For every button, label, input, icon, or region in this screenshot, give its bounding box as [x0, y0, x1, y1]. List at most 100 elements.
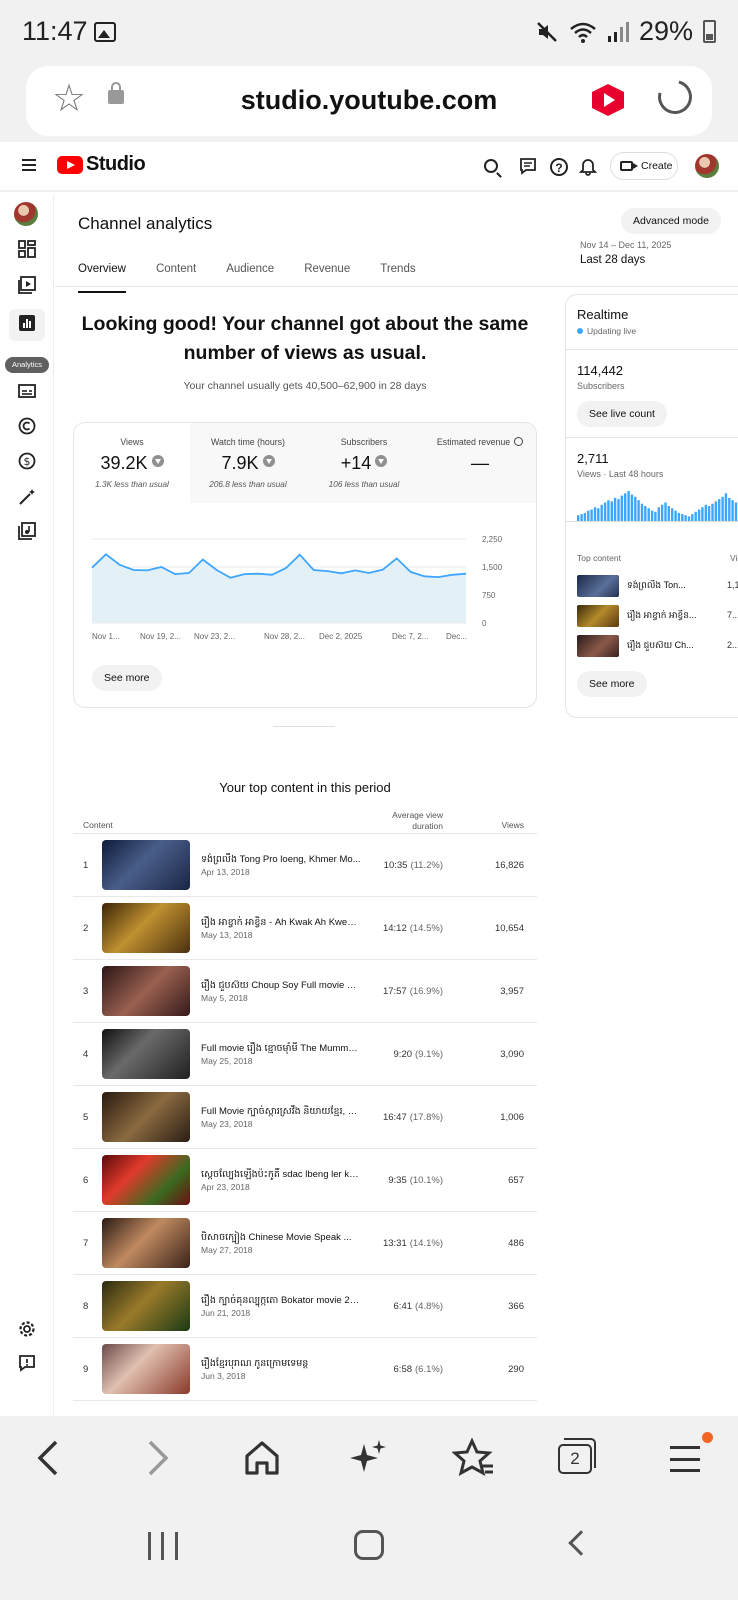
- avd-percent: (6.1%): [415, 1364, 443, 1375]
- browser-menu-icon[interactable]: [670, 1446, 700, 1472]
- url-bar[interactable]: ☆ studio.youtube.com: [26, 66, 712, 136]
- see-live-count-button[interactable]: See live count: [577, 401, 667, 427]
- table-row[interactable]: 4 Full movie រឿង ខ្មោចម៉ាំមី The Mummy ..…: [73, 1023, 537, 1086]
- account-avatar[interactable]: [695, 154, 719, 178]
- avd-time: 9:35: [388, 1175, 407, 1186]
- date-range-text: Nov 14 – Dec 11, 2025: [580, 240, 672, 250]
- video-title[interactable]: បិសាចក្បៀង Chinese Movie Speak ...: [201, 1231, 361, 1245]
- table-row[interactable]: 3 រឿង ជួបស៊យ Choup Soy Full movie H... May…: [73, 960, 537, 1023]
- send-feedback-icon[interactable]: [16, 1354, 38, 1376]
- analytics-icon[interactable]: [16, 314, 38, 336]
- video-title[interactable]: រឿង អាខ្វាក់ អាខ្វិន - Ah Kwak Ah Kwen -…: [201, 916, 361, 930]
- video-title[interactable]: ស្តេចល្បែងឡើងប៉ះកូតិ៍ sdac lbeng ler ker…: [201, 1168, 361, 1182]
- table-row[interactable]: 5 Full Movie ក្បាច់ស្ការស្រវឹង និយាយខ្មែរ…: [73, 1086, 537, 1149]
- realtime-bar: [671, 508, 674, 521]
- system-back-icon[interactable]: [568, 1530, 594, 1556]
- date-range-picker[interactable]: Nov 14 – Dec 11, 2025 Last 28 days: [580, 240, 671, 266]
- metric-note: 206.8 less than usual: [209, 480, 287, 489]
- metric-estimated-revenue[interactable]: Estimated revenue —: [422, 423, 536, 503]
- video-thumbnail[interactable]: [102, 1281, 190, 1331]
- bookmarks-icon[interactable]: [451, 1436, 496, 1480]
- realtime-top-item[interactable]: រឿង ជួបស៊យ Ch... 2...: [577, 635, 738, 657]
- audio-library-icon[interactable]: [16, 522, 38, 544]
- avd-percent: (14.5%): [409, 923, 443, 934]
- realtime-top-item[interactable]: រឿង អាខ្វាក់ អាខ្វិន... 7...: [577, 605, 738, 627]
- recents-icon[interactable]: [148, 1532, 178, 1560]
- metric-subscribers[interactable]: Subscribers +14 106 less than usual: [306, 423, 422, 503]
- realtime-views-col: Views: [730, 553, 738, 563]
- realtime-see-more-button[interactable]: See more: [577, 671, 647, 697]
- video-thumbnail[interactable]: [102, 966, 190, 1016]
- video-title[interactable]: ទង់ព្រលឹង Tong Pro loeng, Khmer Mo...: [201, 853, 361, 867]
- summary-subhead: Your channel usually gets 40,500–62,900 …: [183, 380, 427, 392]
- video-thumbnail: [577, 635, 619, 657]
- avg-view-duration: 6:41 (4.8%): [353, 1301, 443, 1312]
- settings-gear-icon[interactable]: [16, 1320, 38, 1342]
- feedback-icon[interactable]: [518, 156, 538, 176]
- battery-percent: 29%: [638, 16, 693, 46]
- studio-logo-text[interactable]: Studio: [86, 153, 146, 176]
- video-title[interactable]: រឿងខ្មែរបុរាណ កូនក្រោមទេមន្ត: [201, 1357, 361, 1371]
- realtime-bar: [583, 512, 587, 521]
- avd-percent: (11.2%): [410, 860, 443, 871]
- metric-watch-time[interactable]: Watch time (hours) 7.9K 206.8 less than …: [190, 423, 306, 503]
- table-row[interactable]: 7 បិសាចក្បៀង Chinese Movie Speak ... May 2…: [73, 1212, 537, 1275]
- overview-card: Views 39.2K 1.3K less than usual Watch t…: [73, 422, 537, 708]
- video-thumbnail[interactable]: [102, 1218, 190, 1268]
- realtime-bar: [644, 506, 647, 521]
- row-index: 2: [83, 923, 89, 934]
- advanced-mode-button[interactable]: Advanced mode: [621, 208, 721, 234]
- home-icon[interactable]: [240, 1436, 284, 1480]
- realtime-bar: [610, 501, 613, 521]
- table-row[interactable]: 6 ស្តេចល្បែងឡើងប៉ះកូតិ៍ sdac lbeng ler ke…: [73, 1149, 537, 1212]
- y-tick-label: 2,250: [482, 535, 503, 544]
- table-row[interactable]: 8 រឿង ក្បាច់គុនល្បុក្កតោ Bokator movie 20…: [73, 1275, 537, 1338]
- avd-time: 16:47: [382, 1112, 407, 1123]
- video-thumbnail[interactable]: [102, 1155, 190, 1205]
- realtime-top-item[interactable]: ទង់ព្រលឹង Ton... 1,1...: [577, 575, 738, 597]
- tabs-button[interactable]: 2: [558, 1438, 596, 1474]
- avg-view-duration: 16:47 (17.8%): [353, 1112, 443, 1123]
- create-button[interactable]: Create: [610, 152, 678, 180]
- table-row[interactable]: 9 រឿងខ្មែរបុរាណ កូនក្រោមទេមន្ត Jun 3, 2018…: [73, 1338, 537, 1401]
- video-date: May 23, 2018: [201, 1119, 253, 1129]
- video-thumbnail[interactable]: [102, 840, 190, 890]
- see-more-button[interactable]: See more: [92, 665, 162, 691]
- menu-icon[interactable]: [22, 159, 36, 171]
- content-icon[interactable]: [16, 276, 38, 298]
- video-title[interactable]: Full Movie ក្បាច់ស្ការស្រវឹង និយាយខ្មែរ,…: [201, 1105, 361, 1119]
- video-title[interactable]: រឿង ក្បាច់គុនល្បុក្កតោ Bokator movie 20.…: [201, 1294, 361, 1308]
- dashboard-icon[interactable]: [16, 240, 38, 262]
- video-views: 7...: [727, 610, 738, 620]
- search-icon[interactable]: [484, 159, 498, 173]
- video-thumbnail[interactable]: [102, 1344, 190, 1394]
- channel-avatar[interactable]: [14, 202, 38, 226]
- video-views: 290: [508, 1364, 524, 1375]
- video-thumbnail[interactable]: [102, 903, 190, 953]
- notifications-bell-icon[interactable]: [578, 156, 598, 176]
- subtitles-icon[interactable]: [16, 382, 38, 404]
- earn-icon[interactable]: $: [16, 452, 38, 474]
- video-thumbnail: [577, 575, 619, 597]
- analytics-main: Channel analytics Advanced mode Overview…: [55, 194, 738, 1416]
- realtime-bar: [637, 500, 640, 521]
- metric-views[interactable]: Views 39.2K 1.3K less than usual: [74, 423, 190, 503]
- table-row[interactable]: 2 រឿង អាខ្វាក់ អាខ្វិន - Ah Kwak Ah Kwen …: [73, 897, 537, 960]
- back-icon[interactable]: [28, 1436, 72, 1480]
- video-title[interactable]: រឿង ជួបស៊យ Choup Soy Full movie H...: [201, 979, 361, 993]
- row-index: 8: [83, 1301, 89, 1312]
- row-index: 1: [83, 860, 89, 871]
- youtube-logo-icon[interactable]: [57, 156, 83, 174]
- ai-sparkle-icon[interactable]: [346, 1436, 390, 1480]
- video-title[interactable]: Full movie រឿង ខ្មោចម៉ាំមី The Mummy ...: [201, 1042, 361, 1056]
- realtime-bar: [657, 507, 660, 521]
- help-icon[interactable]: ?: [550, 158, 568, 176]
- avd-percent: (17.8%): [409, 1112, 443, 1123]
- customization-wand-icon[interactable]: [16, 488, 38, 510]
- forward-icon[interactable]: [134, 1436, 178, 1480]
- table-row[interactable]: 1 ទង់ព្រលឹង Tong Pro loeng, Khmer Mo... Ap…: [73, 834, 537, 897]
- system-home-icon[interactable]: [354, 1530, 384, 1560]
- video-thumbnail[interactable]: [102, 1092, 190, 1142]
- video-thumbnail[interactable]: [102, 1029, 190, 1079]
- copyright-icon[interactable]: [16, 417, 38, 439]
